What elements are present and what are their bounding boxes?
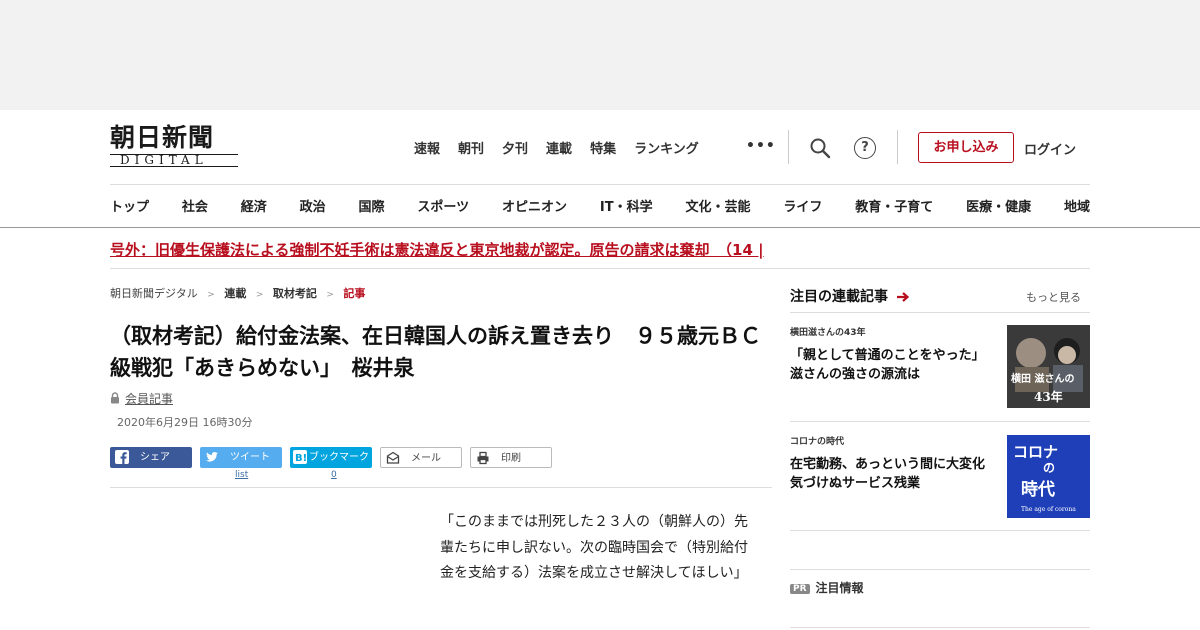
divider (110, 487, 772, 488)
category-opinion[interactable]: オピニオン (502, 196, 567, 215)
help-icon[interactable]: ? (854, 137, 876, 159)
login-link[interactable]: ログイン (1024, 139, 1076, 158)
hatena-b-icon: B! (293, 450, 307, 464)
breadcrumb-separator: > (326, 290, 334, 300)
category-international[interactable]: 国際 (359, 196, 385, 215)
print-button[interactable]: 印刷 (470, 447, 552, 468)
featured-series-item[interactable]: コロナの時代 在宅勤務、あっという間に大変化 気づけぬサービス残業 コロナ の … (790, 434, 1090, 524)
category-it-science[interactable]: IT・科学 (600, 196, 653, 215)
breadcrumb-separator: > (255, 290, 264, 300)
category-society[interactable]: 社会 (182, 196, 208, 215)
category-top[interactable]: トップ (110, 196, 149, 215)
divider (788, 130, 789, 164)
printer-icon (477, 451, 489, 465)
nav-item-rensai[interactable]: 連載 (546, 138, 572, 157)
thumbnail-title-3: 時代 (1021, 480, 1055, 500)
series-article-title: 「親として普通のことをやった」 滋さんの強さの源流は (790, 348, 992, 382)
category-navigation: トップ 社会 経済 政治 国際 スポーツ オピニオン IT・科学 文化・芸能 ラ… (110, 196, 1090, 215)
divider (790, 569, 1090, 570)
twitter-bird-icon (206, 452, 218, 462)
divider (110, 184, 1090, 185)
arrow-right-icon (896, 292, 910, 302)
category-education[interactable]: 教育・子育て (855, 196, 933, 215)
divider (0, 227, 1200, 228)
corona-series-thumbnail: コロナ の 時代 The age of corona (1007, 435, 1090, 518)
pr-badge: PR (790, 584, 810, 594)
twitter-share-button[interactable]: ツイート (200, 447, 282, 468)
category-sports[interactable]: スポーツ (417, 196, 469, 215)
mail-share-button[interactable]: メール (380, 447, 462, 468)
hatena-bookmark-button[interactable]: B! ブックマーク (290, 447, 372, 468)
hatena-bookmark-label: ブックマーク (309, 452, 369, 463)
member-badge: 会員記事 (110, 390, 173, 407)
divider (790, 627, 1090, 628)
article-title: （取材考記）給付金法案、在日韓国人の訴え置き去り ９５歳元ＢＣ級戦犯「あきらめな… (110, 324, 761, 380)
pr-section-heading: PR 注目情報 (790, 579, 864, 596)
yokota-series-thumbnail: 横田 滋さんの 43年 (1007, 325, 1090, 408)
sidebar-heading[interactable]: 注目の連載記事 (790, 286, 910, 306)
member-article-label[interactable]: 会員記事 (125, 392, 173, 406)
category-region[interactable]: 地域 (1064, 196, 1090, 215)
advertisement-banner (0, 0, 1200, 110)
twitter-share-label: ツイート (230, 452, 270, 463)
breadcrumb-rensai[interactable]: 連載 (224, 287, 246, 300)
more-menu-icon[interactable]: ••• (746, 138, 776, 154)
publish-date: 2020年6月29日 16時30分 (117, 416, 253, 429)
mail-icon (386, 451, 400, 464)
divider (790, 421, 1090, 422)
svg-text:B!: B! (295, 453, 307, 464)
divider (897, 130, 898, 164)
mail-label: メール (411, 453, 441, 464)
facebook-icon (115, 450, 129, 464)
breadcrumb-shuzaikoki[interactable]: 取材考記 (273, 287, 317, 300)
lock-icon (111, 392, 119, 404)
subscribe-button[interactable]: お申し込み (918, 132, 1014, 163)
breadcrumb-current: 記事 (343, 287, 366, 300)
logo-rule (110, 166, 238, 167)
category-politics[interactable]: 政治 (300, 196, 326, 215)
nav-item-sokuho[interactable]: 速報 (414, 138, 440, 157)
nav-item-tokushu[interactable]: 特集 (590, 138, 616, 157)
series-article-title: 在宅勤務、あっという間に大変化 気づけぬサービス残業 (790, 457, 999, 491)
breaking-news-link[interactable]: 号外：旧優生保護法による強制不妊手術は憲法違反と東京地裁が認定。原告の請求は棄却… (110, 239, 870, 260)
logo-sub-text: DIGITAL (120, 153, 208, 167)
category-economy[interactable]: 経済 (241, 196, 267, 215)
pr-label: 注目情報 (815, 581, 864, 595)
article-body-paragraph: 「このままでは刑死した２３人の（朝鮮人の）先輩たちに申し訳ない。次の臨時国会で（… (440, 514, 748, 581)
see-more-link[interactable]: もっと見る (1026, 289, 1081, 305)
sidebar-heading-text: 注目の連載記事 (790, 289, 888, 305)
facebook-share-label: シェア (140, 452, 170, 463)
thumbnail-subtitle: The age of corona (1021, 506, 1076, 513)
facebook-share-button[interactable]: シェア (110, 447, 192, 468)
featured-series-item[interactable]: 横田滋さんの43年 「親として普通のことをやった」 滋さんの強さの源流は 横田 … (790, 325, 1090, 415)
logo-rule (110, 154, 238, 155)
search-icon[interactable] (809, 137, 831, 159)
thumbnail-caption-1: 横田 滋さんの (1011, 374, 1075, 385)
print-label: 印刷 (501, 453, 521, 464)
thumbnail-caption-2: 43年 (1034, 390, 1063, 404)
breadcrumb: 朝日新聞デジタル > 連載 > 取材考記 > 記事 (110, 285, 365, 301)
thumbnail-title-2: の (1043, 461, 1056, 475)
category-life[interactable]: ライフ (783, 196, 822, 215)
breadcrumb-home[interactable]: 朝日新聞デジタル (110, 287, 198, 300)
category-health[interactable]: 医療・健康 (966, 196, 1031, 215)
breadcrumb-separator: > (207, 290, 215, 300)
logo-main-text: 朝日新聞 (110, 123, 215, 152)
divider (790, 312, 1090, 313)
hatena-count[interactable]: 0 (331, 470, 337, 480)
nav-item-ranking[interactable]: ランキング (634, 138, 699, 157)
asahi-digital-logo[interactable]: 朝日新聞 DIGITAL (110, 124, 242, 170)
twitter-count[interactable]: list (235, 470, 248, 480)
category-culture[interactable]: 文化・芸能 (685, 196, 750, 215)
divider (110, 268, 1090, 269)
divider (790, 530, 1090, 531)
nav-item-yukan[interactable]: 夕刊 (502, 138, 528, 157)
top-navigation: 速報 朝刊 夕刊 連載 特集 ランキング (414, 138, 717, 157)
nav-item-choukan[interactable]: 朝刊 (458, 138, 484, 157)
